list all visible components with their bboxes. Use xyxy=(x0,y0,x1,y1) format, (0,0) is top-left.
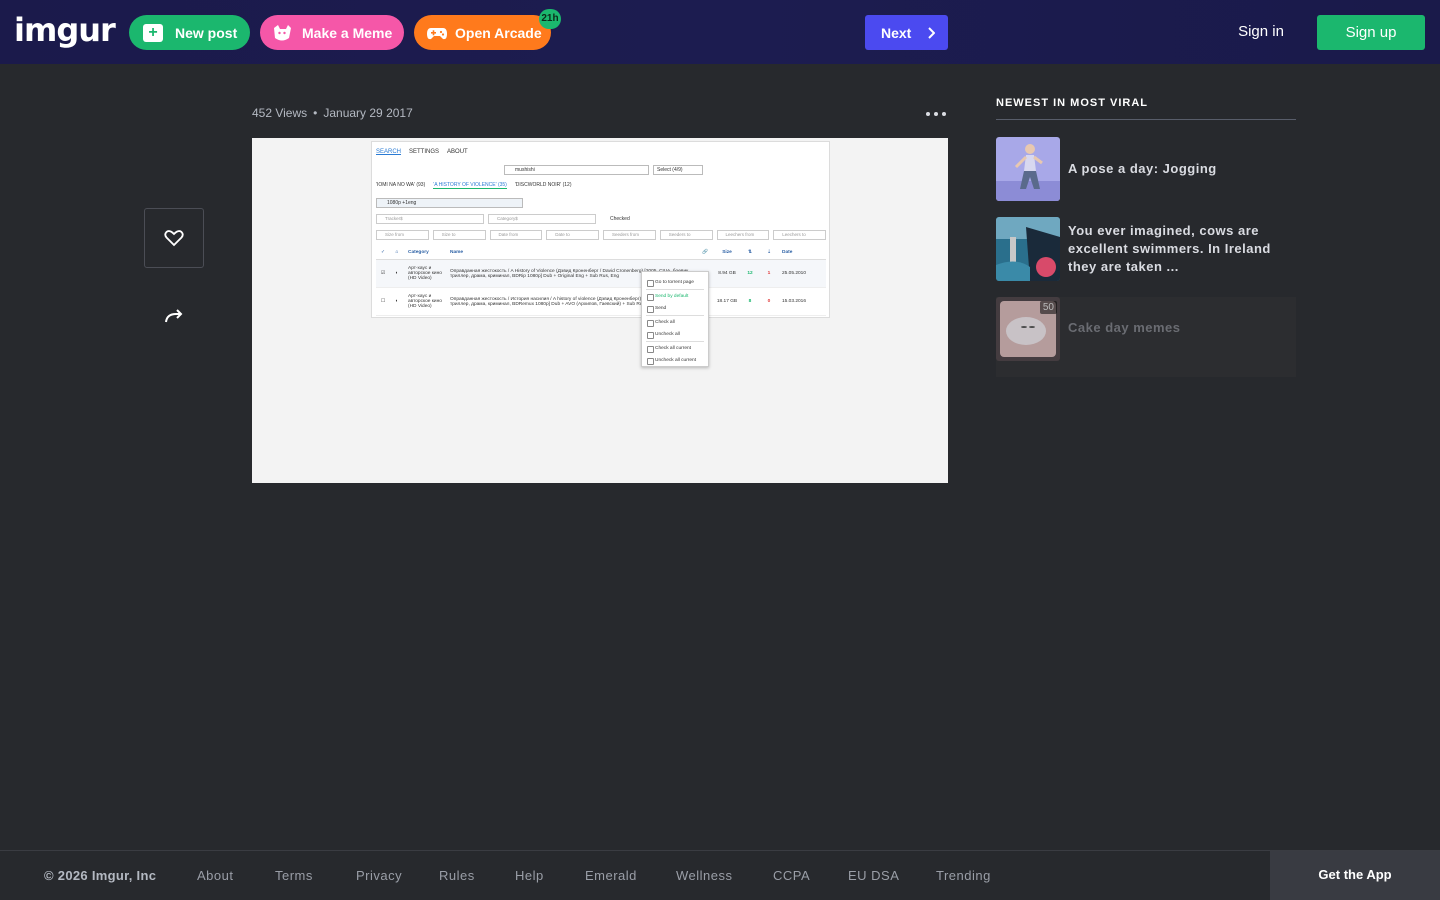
post-image[interactable]: SEARCH SETTINGS ABOUT mushishi Select (4… xyxy=(252,138,948,483)
sidebar-post-title: Cake day memes xyxy=(1068,320,1181,335)
footer-link-terms[interactable]: Terms xyxy=(275,868,313,883)
view-count: 452 Views xyxy=(252,106,308,120)
sidebar-post-item[interactable]: A pose a day: Jogging xyxy=(996,137,1296,201)
gamepad-icon xyxy=(427,27,447,39)
make-a-meme-label: Make a Meme xyxy=(302,24,393,41)
next-label: Next xyxy=(881,24,912,41)
footer-link-about[interactable]: About xyxy=(197,868,233,883)
screenshot-filter-row: Size from Size to Date from Date to Seed… xyxy=(376,230,826,240)
screenshot-checked-label: Checked xyxy=(610,216,630,222)
make-a-meme-button[interactable]: Make a Meme xyxy=(260,15,404,50)
new-post-button[interactable]: + New post xyxy=(129,15,250,50)
footer-link-eu-dsa[interactable]: EU DSA xyxy=(848,868,899,883)
favorite-button[interactable] xyxy=(144,208,204,268)
screenshot-search-field: mushishi xyxy=(504,165,649,175)
screenshot-filter: 1080p +1eng xyxy=(376,198,523,208)
copyright-text: © 2026 Imgur, Inc xyxy=(44,868,157,883)
imgur-logo[interactable]: imgur xyxy=(14,12,116,48)
footer-link-trending[interactable]: Trending xyxy=(936,868,991,883)
next-post-button[interactable]: Next xyxy=(865,15,948,50)
post-date: January 29 2017 xyxy=(323,106,413,120)
post-meta: 452 Views • January 29 2017 xyxy=(252,106,413,120)
image-count-badge: 50 xyxy=(1039,301,1057,314)
embedded-screenshot: SEARCH SETTINGS ABOUT mushishi Select (4… xyxy=(371,141,830,318)
plus-icon: + xyxy=(143,23,163,42)
meme-face-icon xyxy=(274,24,291,40)
share-button[interactable] xyxy=(157,299,191,333)
get-the-app-button[interactable]: Get the App xyxy=(1270,851,1440,900)
screenshot-table-header: ✓ ⌂ Category Name 🔗 Size ⇅ ⇣ Date xyxy=(376,246,826,260)
new-post-label: New post xyxy=(175,24,238,41)
screenshot-select: Select (4/9) xyxy=(653,165,703,175)
sidebar-post-item[interactable]: 50 Cake day memes xyxy=(996,297,1296,377)
footer-link-emerald[interactable]: Emerald xyxy=(585,868,637,883)
footer-link-help[interactable]: Help xyxy=(515,868,544,883)
screenshot-context-menu: Go to torrent page Send by default Send … xyxy=(641,271,709,367)
post-thumbnail xyxy=(996,217,1060,281)
open-arcade-button[interactable]: Open Arcade xyxy=(414,15,551,50)
arcade-timer-badge: 21h xyxy=(539,9,561,29)
meta-separator: • xyxy=(313,106,318,120)
footer: © 2026 Imgur, Inc About Terms Privacy Ru… xyxy=(0,850,1440,900)
screenshot-table-row: ☐ ◐ Арт-хаус и авторское кино (HD Video) … xyxy=(376,288,826,316)
sidebar-post-title: You ever imagined, cows are excellent sw… xyxy=(1068,223,1271,274)
sign-up-button[interactable]: Sign up xyxy=(1317,15,1425,50)
screenshot-categories: 'IOMI NA NO WA' (93) 'A HISTORY OF VIOLE… xyxy=(376,182,572,189)
screenshot-table: ✓ ⌂ Category Name 🔗 Size ⇅ ⇣ Date ☑ ◐ Арт-х… xyxy=(376,246,826,316)
screenshot-table-row: ☑ ◐ Арт-хаус и авторское кино (HD Video) … xyxy=(376,260,826,288)
sidebar-post-title: A pose a day: Jogging xyxy=(1068,161,1217,176)
footer-link-privacy[interactable]: Privacy xyxy=(356,868,402,883)
share-arrow-icon xyxy=(165,309,183,323)
more-options-icon[interactable] xyxy=(926,106,946,122)
footer-link-rules[interactable]: Rules xyxy=(439,868,475,883)
post-thumbnail: 50 xyxy=(996,297,1060,361)
screenshot-filter-row: Tracker$ Category$ xyxy=(376,214,596,224)
top-navigation-bar: imgur + New post Make a Meme Open Arcade… xyxy=(0,0,1440,64)
footer-link-ccpa[interactable]: CCPA xyxy=(773,868,810,883)
post-thumbnail xyxy=(996,137,1060,201)
open-arcade-label: Open Arcade xyxy=(455,24,542,41)
screenshot-tabs: SEARCH SETTINGS ABOUT xyxy=(376,149,468,155)
sidebar-title: NEWEST IN MOST VIRAL xyxy=(996,97,1296,120)
footer-link-wellness[interactable]: Wellness xyxy=(676,868,733,883)
sign-in-link[interactable]: Sign in xyxy=(1231,15,1291,48)
heart-icon xyxy=(164,230,184,247)
chevron-right-icon xyxy=(928,26,936,39)
sidebar-post-item[interactable]: You ever imagined, cows are excellent sw… xyxy=(996,217,1296,281)
